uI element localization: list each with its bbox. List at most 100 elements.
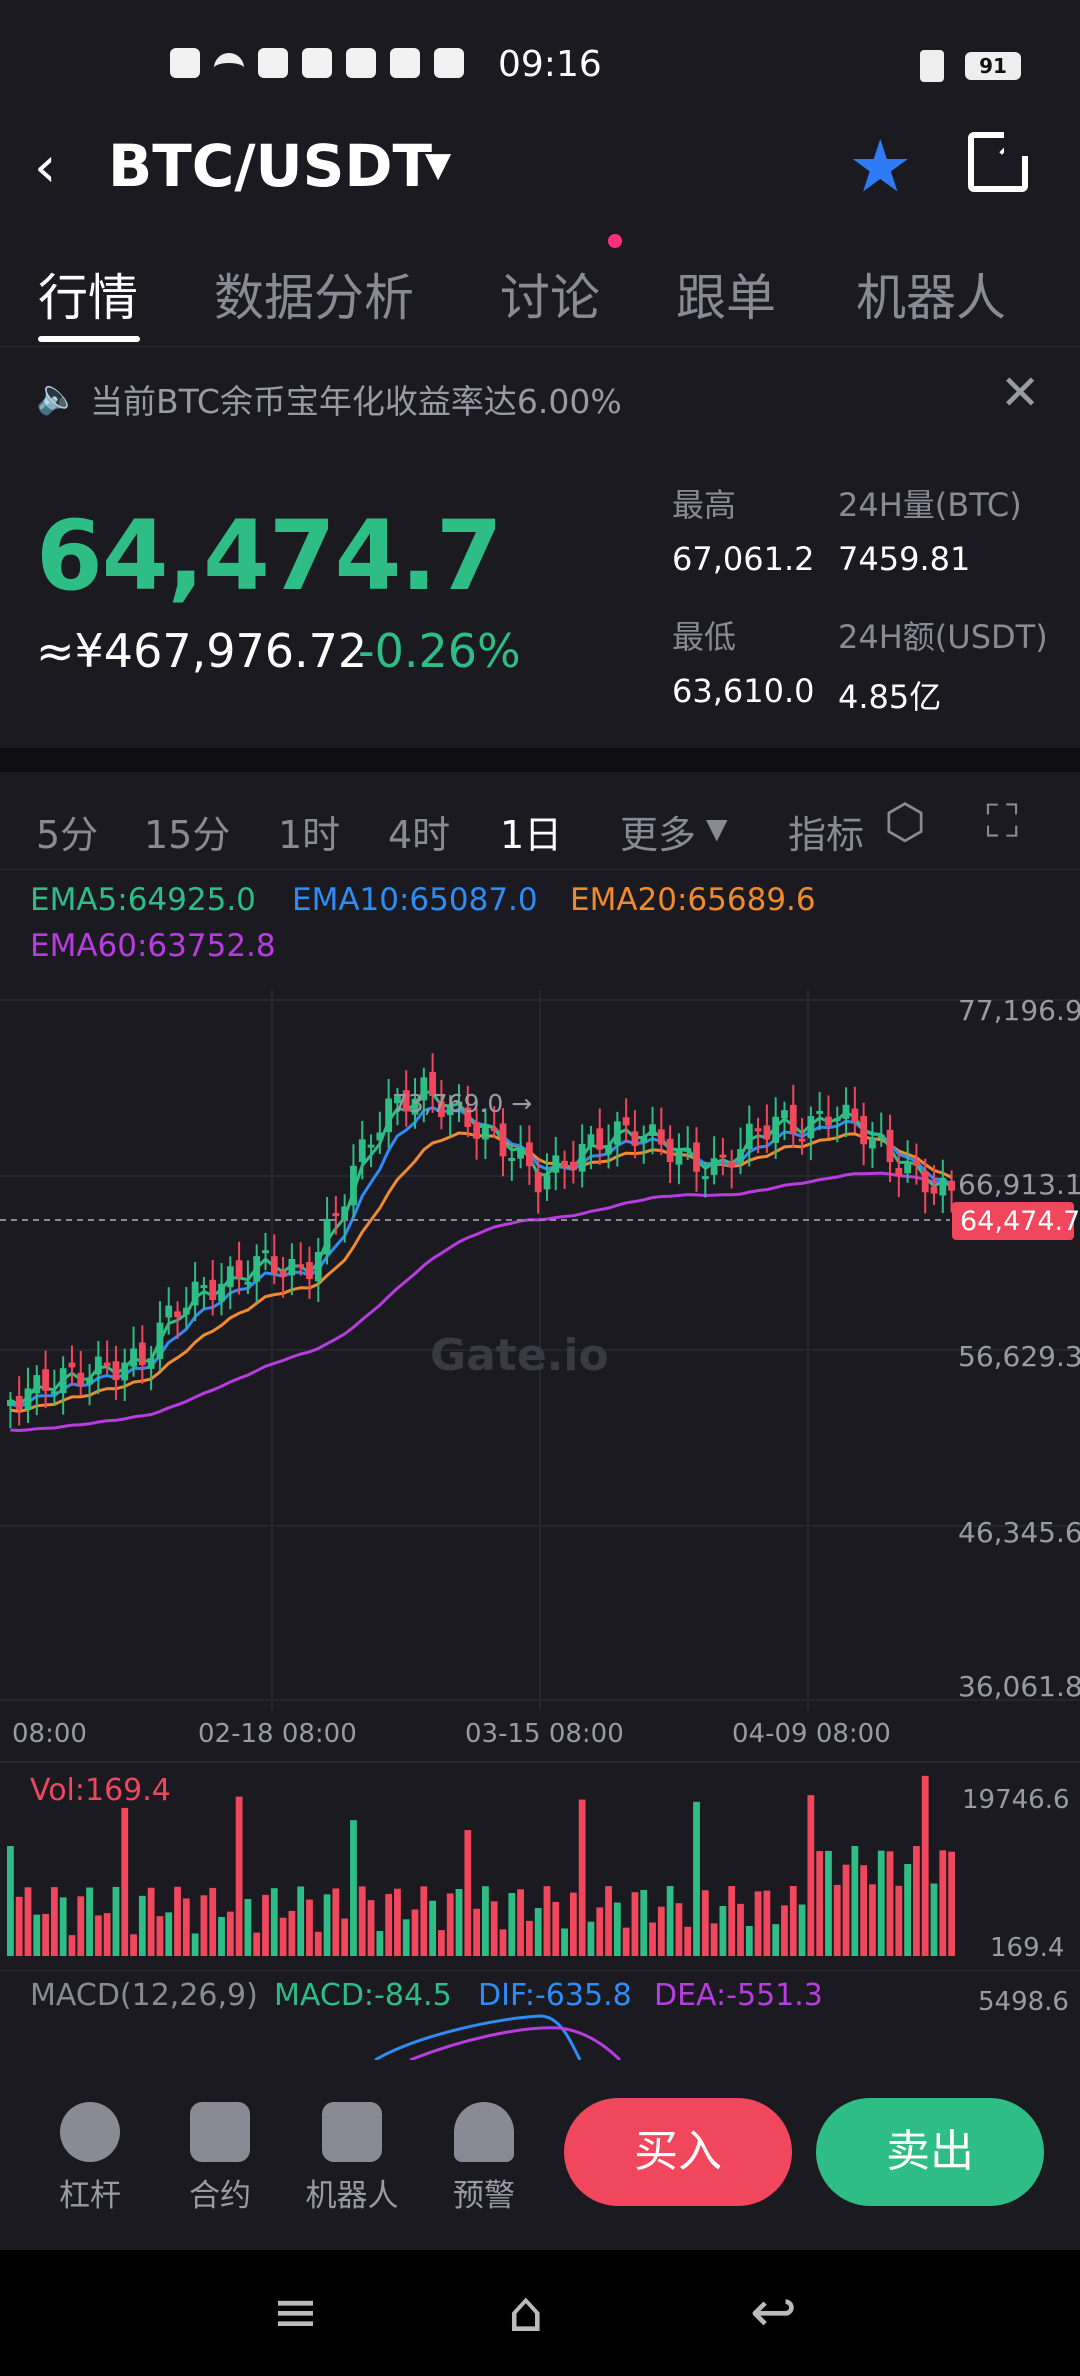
notice-text[interactable]: 当前BTC余币宝年化收益率达6.00% [90, 375, 622, 423]
close-icon[interactable]: ✕ [1000, 365, 1040, 421]
candle [156, 1322, 164, 1360]
caret-down-icon[interactable]: ▼ [425, 145, 451, 185]
candle [649, 1124, 656, 1136]
interval-1d[interactable]: 1日 [500, 804, 562, 859]
y-tick: 66,913.1 [958, 1168, 1080, 1201]
high-value: 67,061.2 [672, 540, 815, 578]
volume-bar [860, 1865, 868, 1956]
leverage-label: 杠杆 [59, 2178, 121, 2214]
candle [534, 1171, 542, 1193]
volume-bar [569, 1892, 577, 1956]
last-price: 64,474.7 [36, 500, 503, 612]
candle [262, 1250, 269, 1254]
volume-bar [833, 1884, 841, 1956]
candle [930, 1186, 938, 1194]
candle [737, 1149, 744, 1163]
candle [270, 1256, 278, 1275]
robot-label: 机器人 [305, 2178, 399, 2214]
candle [728, 1162, 736, 1168]
candle [7, 1400, 14, 1406]
volume-bar [455, 1888, 463, 1956]
candle [517, 1147, 524, 1159]
volume-bar [684, 1926, 692, 1956]
back-nav-icon[interactable]: ↩ [750, 2280, 797, 2345]
notice-bar[interactable]: 🔈 当前BTC余币宝年化收益率达6.00% ✕ [0, 346, 1080, 442]
share-icon[interactable]: ↗ [968, 120, 1032, 192]
candle [719, 1154, 727, 1158]
interval-4h[interactable]: 4时 [388, 804, 450, 859]
candle [543, 1174, 551, 1190]
back-icon[interactable]: ‹ [34, 140, 56, 196]
leverage-icon [60, 2102, 120, 2162]
volume-bar [77, 1896, 85, 1956]
volume-bar [235, 1796, 243, 1956]
macd-max: 5498.6 [978, 1987, 1069, 2017]
candle [860, 1115, 868, 1145]
volume-bar [649, 1922, 656, 1956]
macd-chart[interactable]: MACD(12,26,9) MACD:-84.5 DIF:-635.8 DEA:… [0, 1969, 1080, 2062]
candle [147, 1358, 155, 1369]
interval-5m[interactable]: 5分 [36, 804, 98, 859]
kline-svg[interactable]: Gate.io 64,474.7 73,769.0 → 77,196.9 66,… [0, 990, 1080, 1750]
volume-bar [877, 1850, 885, 1956]
candle [587, 1134, 595, 1148]
volume-bar [596, 1907, 604, 1956]
volume-bar [174, 1886, 181, 1956]
candle [886, 1129, 894, 1163]
x-tick: 08:00 [12, 1719, 87, 1749]
ema60-label: EMA60:63752.8 [30, 928, 276, 964]
volume-bar [429, 1900, 437, 1956]
fullscreen-icon[interactable]: ⛶ [986, 794, 1018, 850]
interval-more[interactable]: 更多 [620, 804, 696, 859]
alert-button[interactable]: 预警 [424, 2102, 544, 2215]
status-time: 09:16 [498, 44, 602, 85]
candle [622, 1117, 630, 1126]
buy-button[interactable]: 买入 [564, 2098, 792, 2206]
menu-icon[interactable]: ≡ [272, 2280, 319, 2345]
favorite-star-icon[interactable]: ★ [848, 130, 913, 202]
tab-market[interactable]: 行情 [38, 258, 138, 330]
candle [921, 1171, 929, 1193]
ema10-label: EMA10:65087.0 [292, 882, 538, 918]
volume-bar [59, 1897, 67, 1956]
settings-hexagon-icon[interactable]: ⬡ [884, 794, 926, 850]
candle [710, 1158, 718, 1175]
tab-data-analysis[interactable]: 数据分析 [214, 258, 414, 330]
volume-bar [130, 1934, 137, 1956]
interval-1h[interactable]: 1时 [278, 804, 340, 859]
volume-bar [42, 1913, 49, 1956]
caret-down-icon[interactable]: ▼ [706, 812, 728, 845]
tab-copy-trade[interactable]: 跟单 [676, 258, 776, 330]
volume-bar [525, 1920, 533, 1956]
volume-bar [789, 1886, 797, 1956]
contract-button[interactable]: 合约 [160, 2102, 280, 2215]
macd-params: MACD(12,26,9) [30, 1978, 258, 2013]
candle [218, 1283, 225, 1302]
candle [754, 1128, 762, 1132]
tab-robot[interactable]: 机器人 [856, 258, 1006, 330]
notification-icon [170, 48, 200, 78]
volume-bar [473, 1908, 480, 1956]
volume-bar [781, 1905, 788, 1956]
low-label: 最低 [672, 618, 737, 656]
home-icon[interactable]: ⌂ [508, 2280, 544, 2345]
robot-button[interactable]: 机器人 [292, 2102, 412, 2215]
leverage-button[interactable]: 杠杆 [30, 2102, 150, 2215]
volume-bar [438, 1930, 445, 1956]
candle [50, 1391, 58, 1395]
sell-button[interactable]: 卖出 [816, 2098, 1044, 2206]
tab-discussion[interactable]: 讨论 [500, 258, 600, 330]
dea-value: DEA:-551.3 [654, 1978, 823, 2013]
candlestick-chart[interactable]: Gate.io 64,474.7 73,769.0 → 77,196.9 66,… [0, 990, 1080, 1749]
interval-15m[interactable]: 15分 [144, 804, 230, 859]
volume-bar [921, 1775, 929, 1956]
volume-bar [288, 1910, 296, 1956]
volume-bar [939, 1850, 947, 1956]
indicator-button[interactable]: 指标 [788, 804, 864, 859]
bottom-action-bar: 杠杆 合约 机器人 预警 买入 卖出 [0, 2060, 1080, 2256]
volume-bar [33, 1914, 41, 1956]
pair-title[interactable]: BTC/USDT [108, 132, 432, 200]
volume-bar [693, 1801, 700, 1956]
volume-chart[interactable]: Vol:169.4 19746.6 169.4 [0, 1760, 1080, 1970]
volume-bar [763, 1890, 771, 1956]
